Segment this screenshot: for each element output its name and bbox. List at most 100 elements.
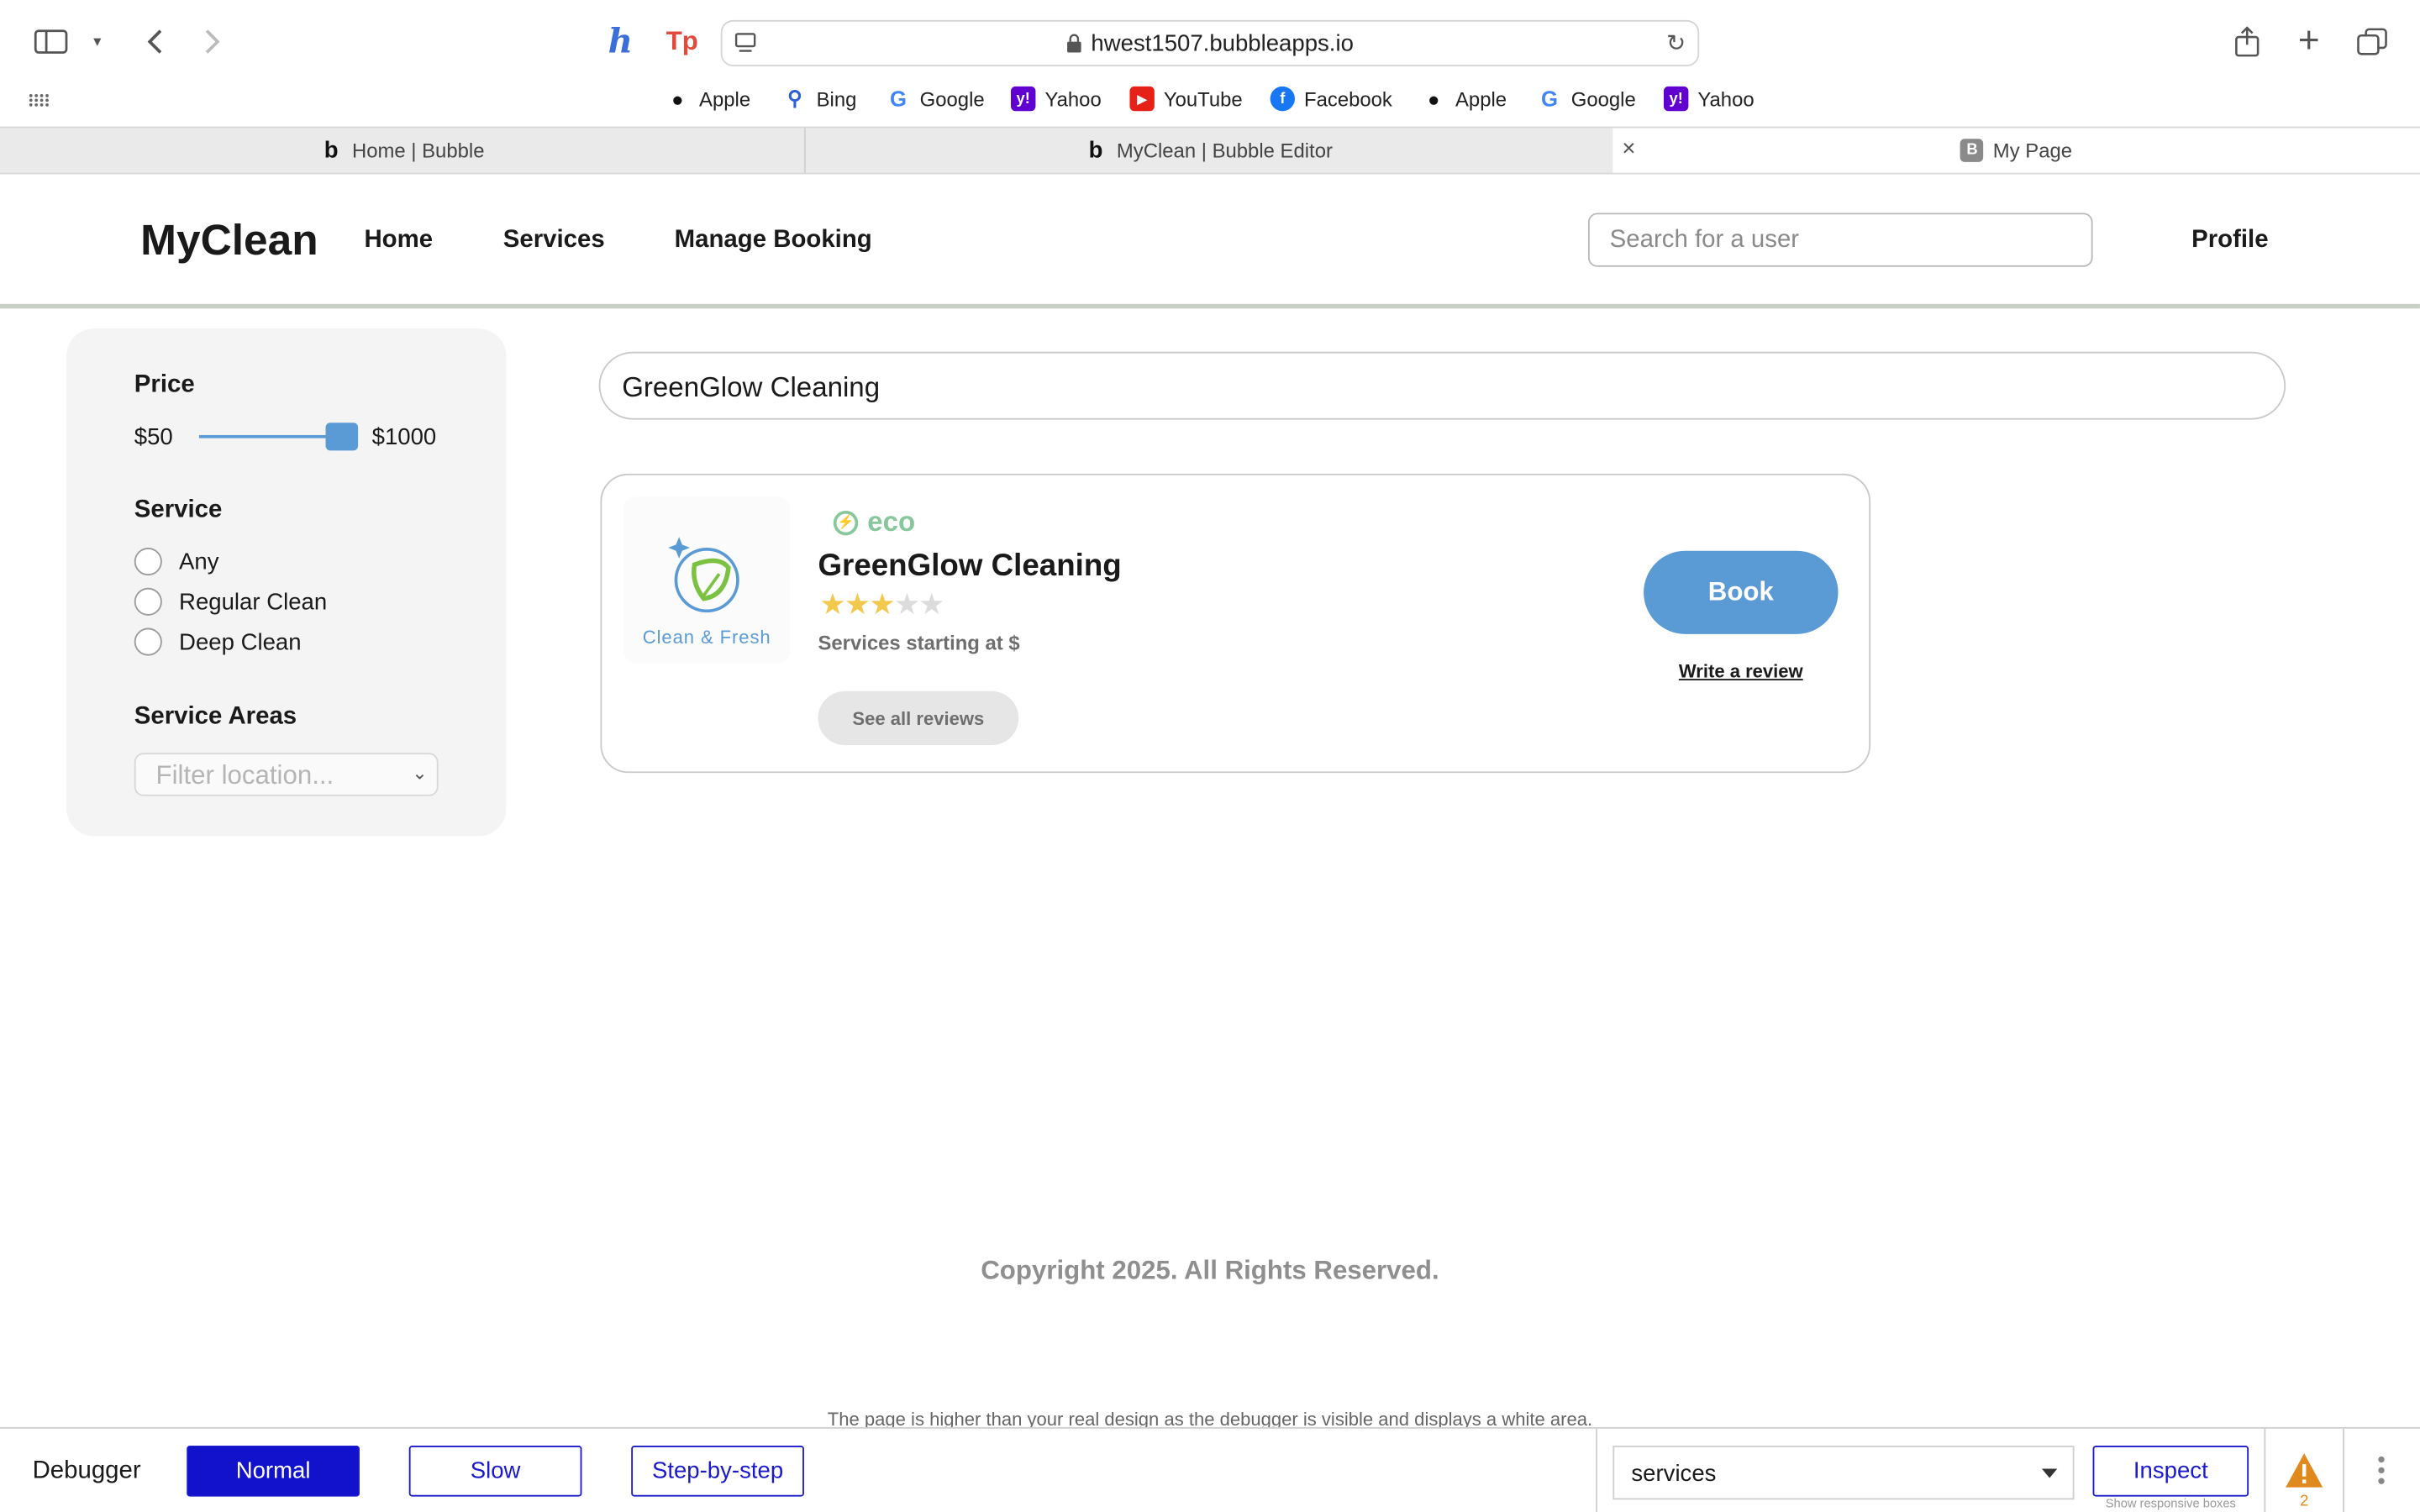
book-button[interactable]: Book — [1644, 550, 1839, 634]
reload-icon[interactable]: ↻ — [1664, 31, 1688, 57]
company-logo: Clean & Fresh — [623, 496, 791, 664]
nav-profile[interactable]: Profile — [2191, 227, 2268, 255]
user-search-input[interactable] — [1587, 213, 2093, 267]
see-all-reviews-button[interactable]: See all reviews — [818, 690, 1019, 746]
show-responsive-boxes-link[interactable]: Show responsive boxes — [2093, 1497, 2249, 1511]
favorite-apple[interactable]: ● Apple — [666, 87, 750, 111]
star-empty-icon: ★ — [893, 589, 920, 622]
rating-stars: ★★★★★ — [819, 588, 944, 623]
more-options-icon[interactable] — [2374, 1456, 2389, 1488]
tab-bar: b Home | Bubble b MyClean | Bubble Editor … — [0, 126, 2420, 175]
service-title: Service — [134, 496, 223, 523]
favorite-yahoo-2[interactable]: y! Yahoo — [1663, 86, 1754, 112]
price-min-label: $50 — [134, 424, 173, 451]
company-search-input[interactable]: GreenGlow Cleaning — [598, 351, 2286, 420]
bing-search-icon: ⚲ — [787, 86, 802, 110]
price-slider-handle[interactable] — [325, 423, 359, 451]
yahoo-icon: y! — [1011, 86, 1036, 112]
debugger-divider — [2343, 1428, 2344, 1512]
browser-toolbar: ▾ h Tp hwest1507.bubbleapps.io ↻ + ● App… — [0, 0, 2420, 127]
yahoo-icon: y! — [1663, 86, 1689, 112]
nav-manage-booking[interactable]: Manage Booking — [675, 227, 872, 255]
tab-home-bubble[interactable]: b Home | Bubble — [0, 128, 804, 172]
element-select[interactable]: services — [1612, 1445, 2075, 1500]
tab-my-page[interactable]: × B My Page — [1612, 128, 2420, 173]
element-select-value: services — [1631, 1461, 1717, 1488]
service-option-any[interactable]: Any — [134, 548, 219, 576]
warning-count: 2 — [2300, 1493, 2309, 1511]
new-tab-icon[interactable]: + — [2291, 20, 2325, 62]
facebook-icon: f — [1270, 86, 1295, 112]
favorite-google[interactable]: G Google — [886, 86, 985, 112]
url-text: hwest1507.bubbleapps.io — [1091, 30, 1354, 57]
chevron-down-icon[interactable]: ▾ — [87, 31, 108, 53]
lock-icon — [1066, 33, 1081, 53]
company-card: Clean & Fresh ⚡ eco GreenGlow Cleaning ★★… — [600, 473, 1871, 774]
mode-normal-button[interactable]: Normal — [187, 1445, 360, 1497]
debugger-divider — [1596, 1428, 1597, 1512]
google-icon: G — [1541, 86, 1559, 112]
back-arrow-icon[interactable] — [139, 24, 170, 58]
app-logo[interactable]: MyClean — [140, 216, 318, 265]
bubble-icon: b — [1088, 137, 1103, 164]
forward-arrow-icon[interactable] — [197, 24, 229, 58]
sidebar-toggle-icon[interactable] — [34, 28, 68, 55]
favorite-yahoo[interactable]: y! Yahoo — [1011, 86, 1102, 112]
starting-price: Services starting at $ — [818, 631, 1020, 654]
address-bar[interactable]: hwest1507.bubbleapps.io ↻ — [720, 19, 1700, 66]
apple-icon: ● — [671, 87, 684, 111]
star-filled-icon: ★ — [869, 589, 895, 622]
filters-panel: Price $50 $1000 Service Any Regular Clea… — [66, 328, 507, 837]
url-field[interactable]: hwest1507.bubbleapps.io — [723, 31, 1698, 57]
apps-grid-icon[interactable] — [26, 90, 50, 112]
write-review-link[interactable]: Write a review — [1644, 660, 1838, 682]
star-filled-icon: ★ — [844, 589, 871, 622]
chevron-down-icon: ⌄ — [412, 762, 428, 785]
share-icon[interactable] — [2230, 24, 2264, 58]
debugger-label: Debugger — [32, 1457, 141, 1484]
price-slider-track[interactable] — [198, 434, 341, 438]
eco-badge: ⚡ eco — [833, 506, 915, 538]
location-filter-dropdown[interactable]: Filter location... ⌄ — [134, 753, 439, 796]
service-option-deep[interactable]: Deep Clean — [134, 627, 302, 656]
debugger-bar: Debugger Normal Slow Step-by-step servic… — [0, 1426, 2420, 1512]
favorite-bing[interactable]: ⚲ Bing — [782, 87, 856, 111]
leaf-logo-icon — [668, 537, 739, 613]
tab-overview-icon[interactable] — [2355, 24, 2389, 58]
debugger-divider — [2264, 1428, 2266, 1512]
dropdown-triangle-icon — [2041, 1468, 2058, 1478]
radio-button[interactable] — [134, 587, 162, 616]
tab-myclean-editor[interactable]: b MyClean | Bubble Editor — [806, 128, 1612, 172]
nav-services[interactable]: Services — [503, 227, 605, 255]
favorite-apple-2[interactable]: ● Apple — [1422, 87, 1507, 111]
apple-icon: ● — [1428, 87, 1440, 111]
extension-tp-icon[interactable]: Tp — [664, 24, 701, 60]
b-badge-icon: B — [1960, 139, 1984, 162]
favorite-google-2[interactable]: G Google — [1537, 86, 1636, 112]
location-placeholder: Filter location... — [155, 760, 334, 790]
extension-h-icon[interactable]: h — [602, 22, 639, 62]
logo-brand-text: Clean & Fresh — [642, 626, 771, 648]
eco-leaf-icon: ⚡ — [833, 510, 859, 535]
price-title: Price — [134, 371, 195, 398]
close-tab-icon[interactable]: × — [1622, 136, 1635, 162]
star-empty-icon: ★ — [918, 589, 944, 622]
copyright-text: Copyright 2025. All Rights Reserved. — [981, 1256, 1439, 1285]
google-icon: G — [889, 86, 907, 112]
price-max-label: $1000 — [371, 424, 437, 451]
mode-slow-button[interactable]: Slow — [408, 1445, 582, 1497]
warning-icon[interactable] — [2284, 1450, 2324, 1490]
nav-home[interactable]: Home — [364, 227, 433, 255]
youtube-icon: ▶ — [1129, 86, 1155, 112]
favorite-youtube[interactable]: ▶ YouTube — [1129, 86, 1243, 112]
bubble-icon: b — [324, 137, 339, 164]
radio-button[interactable] — [134, 627, 162, 656]
inspect-button[interactable]: Inspect — [2092, 1445, 2249, 1497]
app-header: MyClean Home Services Manage Booking Pro… — [0, 174, 2420, 309]
company-name: GreenGlow Cleaning — [818, 549, 1122, 584]
mode-step-button[interactable]: Step-by-step — [631, 1445, 804, 1497]
radio-button[interactable] — [134, 548, 162, 576]
star-filled-icon: ★ — [819, 589, 845, 622]
favorite-facebook[interactable]: f Facebook — [1270, 86, 1392, 112]
service-option-regular[interactable]: Regular Clean — [134, 587, 327, 616]
